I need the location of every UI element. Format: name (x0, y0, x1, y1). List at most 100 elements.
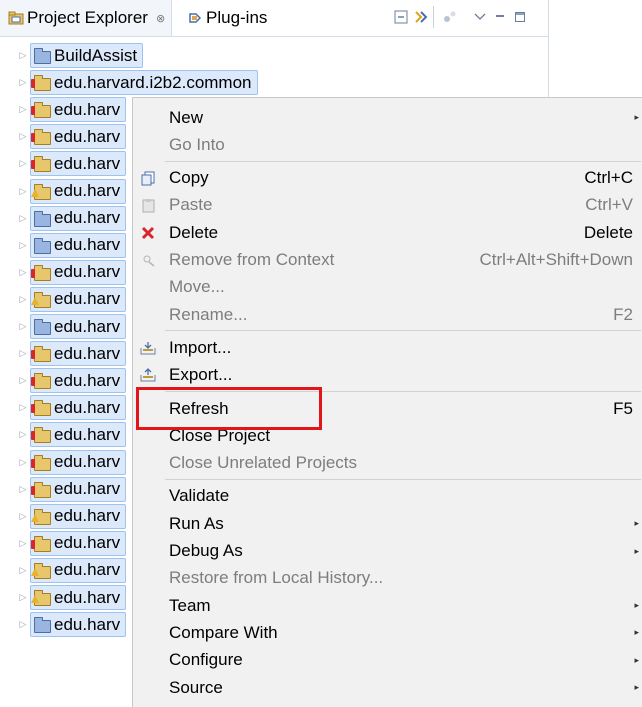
expand-arrow-icon[interactable]: ▷ (16, 421, 30, 448)
menu-item-new[interactable]: New ▸ (133, 104, 642, 131)
filter-icon[interactable] (442, 9, 458, 25)
menu-item-shortcut: Delete (583, 222, 633, 242)
project-name: edu.harv (54, 506, 121, 526)
project-name: edu.harv (54, 289, 121, 309)
project-folder-icon (31, 535, 51, 552)
tree-item[interactable]: edu.harv (30, 585, 127, 610)
project-name: edu.harv (54, 235, 121, 255)
project-folder-icon (31, 156, 51, 173)
export-icon (133, 362, 163, 389)
project-folder-icon (31, 129, 51, 146)
tree-item[interactable]: edu.harv (30, 286, 127, 312)
expand-arrow-icon[interactable]: ▷ (16, 286, 30, 313)
warning-marker-icon (31, 513, 39, 522)
tree-item[interactable]: edu.harv (30, 232, 127, 258)
project-name: edu.harv (54, 99, 121, 119)
menu-item-label: Validate (169, 486, 230, 506)
project-folder-icon (31, 427, 51, 444)
menu-item-debug-as[interactable]: Debug As ▸ (133, 538, 642, 565)
menu-item-configure[interactable]: Configure ▸ (133, 647, 642, 674)
menu-item-source[interactable]: Source ▸ (133, 674, 642, 701)
expand-arrow-icon[interactable]: ▷ (16, 340, 30, 367)
tree-item[interactable]: edu.harv (30, 449, 127, 475)
project-folder-icon (33, 319, 51, 335)
tree-item[interactable]: edu.harv (30, 368, 127, 394)
expand-arrow-icon[interactable]: ▷ (16, 123, 30, 150)
expand-arrow-icon[interactable]: ▷ (16, 232, 30, 259)
menu-item-copy[interactable]: Copy Ctrl+C (133, 165, 642, 192)
expand-arrow-icon[interactable]: ▷ (16, 150, 30, 177)
menu-item-rename: Rename... F2 (133, 301, 642, 328)
expand-arrow-icon[interactable]: ▷ (16, 69, 30, 96)
tab-plug-ins[interactable]: Plug-ins (181, 0, 273, 36)
link-with-editor-icon[interactable] (413, 9, 429, 25)
menu-item-import[interactable]: Import... (133, 334, 642, 361)
tree-item[interactable]: edu.harv (30, 259, 127, 285)
tree-item[interactable]: edu.harv (30, 503, 127, 529)
tree-item[interactable]: edu.harv (30, 395, 127, 421)
tree-item[interactable]: edu.harv (30, 178, 127, 204)
tree-item[interactable]: edu.harv (30, 476, 127, 502)
annotation-highlight-box (136, 387, 322, 430)
error-marker-icon (31, 485, 35, 495)
tab-project-explorer[interactable]: Project Explorer ⊗ (0, 0, 173, 36)
project-name: edu.harv (54, 343, 121, 363)
close-tab-icon[interactable]: ⊗ (156, 12, 165, 25)
expand-arrow-icon[interactable]: ▷ (16, 503, 30, 530)
expand-arrow-icon[interactable]: ▷ (16, 42, 30, 69)
expand-arrow-icon[interactable]: ▷ (16, 313, 30, 340)
maximize-icon[interactable] (512, 9, 528, 25)
menu-item-run-as[interactable]: Run As ▸ (133, 510, 642, 537)
tree-row[interactable]: ▷ BuildAssist (0, 42, 300, 69)
tree-item[interactable]: edu.harv (30, 530, 127, 556)
expand-arrow-icon[interactable]: ▷ (16, 584, 30, 611)
tree-item[interactable]: edu.harv (30, 97, 127, 123)
project-name: edu.harv (54, 397, 121, 417)
project-folder-icon (33, 210, 51, 227)
tree-item[interactable]: edu.harv (30, 314, 127, 339)
menu-item-label: Delete (169, 222, 219, 242)
expand-arrow-icon[interactable]: ▷ (16, 205, 30, 232)
expand-arrow-icon[interactable]: ▷ (16, 557, 30, 584)
project-folder-icon (33, 237, 51, 254)
expand-arrow-icon[interactable]: ▷ (16, 611, 30, 638)
menu-item-shortcut: Ctrl+Alt+Shift+Down (479, 250, 633, 269)
tree-item[interactable]: edu.harv (30, 205, 127, 231)
menu-item-shortcut: Ctrl+V (585, 195, 633, 215)
project-folder-icon (31, 373, 51, 390)
expand-arrow-icon[interactable]: ▷ (16, 178, 30, 205)
tree-item[interactable]: edu.harv (30, 151, 127, 177)
menu-item-delete[interactable]: Delete Delete (133, 219, 642, 246)
tree-item[interactable]: edu.harv (30, 612, 127, 638)
menu-item-export[interactable]: Export... (133, 362, 642, 389)
submenu-arrow-icon: ▸ (634, 600, 639, 611)
tree-item[interactable]: edu.harv (30, 422, 127, 448)
tree-item[interactable]: edu.harv (30, 557, 127, 583)
menu-item-label: Close Unrelated Projects (169, 453, 358, 473)
menu-item-shortcut: F2 (613, 304, 633, 324)
menu-icon-slot (133, 131, 163, 158)
menu-item-validate[interactable]: Validate (133, 483, 642, 510)
project-name: edu.harv (54, 262, 121, 282)
tree-item[interactable]: edu.harv (30, 124, 127, 150)
project-name: edu.harv (54, 560, 121, 580)
error-marker-icon (31, 539, 35, 549)
collapse-all-icon[interactable] (393, 9, 409, 25)
menu-item-compare-with[interactable]: Compare With ▸ (133, 619, 642, 646)
menu-item-team[interactable]: Team ▸ (133, 592, 642, 619)
view-menu-icon[interactable] (472, 9, 488, 25)
expand-arrow-icon[interactable]: ▷ (16, 259, 30, 286)
expand-arrow-icon[interactable]: ▷ (16, 394, 30, 421)
expand-arrow-icon[interactable]: ▷ (16, 367, 30, 394)
expand-arrow-icon[interactable]: ▷ (16, 476, 30, 503)
expand-arrow-icon[interactable]: ▷ (16, 449, 30, 476)
tree-item[interactable]: BuildAssist (30, 43, 144, 68)
tree-row[interactable]: ▷ edu.harvard.i2b2.common (0, 69, 300, 96)
tree-item[interactable]: edu.harvard.i2b2.common (30, 70, 258, 96)
project-name: edu.harv (54, 587, 121, 607)
project-name: edu.harv (54, 479, 121, 499)
tree-item[interactable]: edu.harv (30, 341, 127, 367)
minimize-icon[interactable] (492, 9, 508, 25)
expand-arrow-icon[interactable]: ▷ (16, 96, 30, 123)
expand-arrow-icon[interactable]: ▷ (16, 530, 30, 557)
